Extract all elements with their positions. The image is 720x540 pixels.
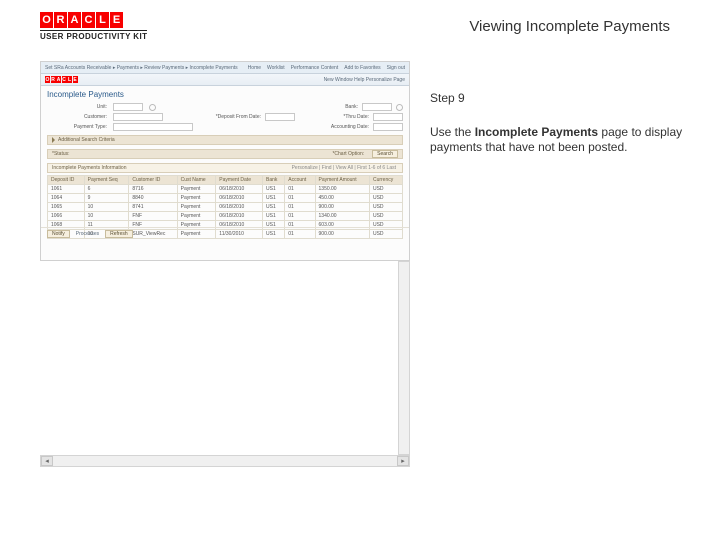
top-nav-links: Home Worklist Performance Content Add to… bbox=[248, 65, 405, 71]
screenshot-sub-bar: ORACLE New Window Help Personalize Page bbox=[41, 74, 409, 86]
customer-input[interactable] bbox=[113, 113, 163, 121]
additional-search-criteria-label: Additional Search Criteria bbox=[58, 137, 115, 143]
lookup-icon[interactable] bbox=[396, 104, 403, 111]
search-button[interactable]: Search bbox=[372, 150, 398, 158]
screenshot-panel: Set SRa Accounts Receivable ▸ Payments ▸… bbox=[40, 61, 410, 467]
table-row[interactable]: 106498840Payment06/18/2010US101450.00USD bbox=[48, 194, 403, 203]
payment-type-select[interactable] bbox=[113, 123, 193, 131]
table-heading: Incomplete Payments Information bbox=[52, 165, 126, 171]
nav-signout[interactable]: Sign out bbox=[387, 65, 405, 71]
status-label: *Status: bbox=[52, 151, 70, 157]
deposit-from-input[interactable] bbox=[265, 113, 295, 121]
customer-label: Customer: bbox=[47, 114, 107, 120]
scroll-right-icon[interactable]: ▸ bbox=[397, 456, 409, 466]
unit-label: Unit: bbox=[47, 104, 107, 110]
refresh-button[interactable]: Refresh bbox=[105, 230, 133, 238]
nav-home[interactable]: Home bbox=[248, 65, 261, 71]
table-row[interactable]: 106610FNFPayment06/18/2010US1011340.00US… bbox=[48, 212, 403, 221]
oracle-upk-logo: O R A C L E USER PRODUCTIVITY KIT bbox=[40, 12, 147, 41]
instruction-panel: Step 9 Use the Incomplete Payments page … bbox=[430, 61, 700, 467]
additional-search-criteria-bar[interactable]: Additional Search Criteria bbox=[47, 135, 403, 145]
bank-label: Bank: bbox=[288, 104, 358, 110]
status-chart-bar: *Status: *Chart Option: Search bbox=[47, 149, 403, 159]
accounting-date-label: Accounting Date: bbox=[299, 124, 369, 130]
oracle-mini-logo: ORACLE bbox=[45, 76, 78, 83]
notify-button[interactable]: Notify bbox=[47, 230, 70, 238]
table-pagination: Personalize | Find | View All | First 1-… bbox=[290, 164, 398, 172]
breadcrumb: Set SRa Accounts Receivable ▸ Payments ▸… bbox=[45, 65, 238, 71]
nav-worklist[interactable]: Worklist bbox=[267, 65, 285, 71]
pager-links: New Window Help Personalize Page bbox=[324, 77, 405, 83]
accounting-date-input[interactable] bbox=[373, 123, 403, 131]
page-title: Viewing Incomplete Payments bbox=[469, 18, 670, 35]
chart-option-label: *Chart Option: bbox=[332, 151, 364, 157]
thru-input[interactable] bbox=[373, 113, 403, 121]
payment-type-label: Payment Type: bbox=[47, 124, 107, 130]
nav-perf[interactable]: Performance Content bbox=[291, 65, 339, 71]
table-heading-bar: Incomplete Payments Information Personal… bbox=[47, 163, 403, 173]
screenshot-page-heading: Incomplete Payments bbox=[47, 90, 403, 99]
lookup-icon[interactable] bbox=[149, 104, 156, 111]
chevron-right-icon bbox=[52, 137, 55, 143]
processes-link[interactable]: Processes bbox=[76, 231, 99, 237]
nav-fav[interactable]: Add to Favorites bbox=[344, 65, 380, 71]
deposit-from-label: *Deposit From Date: bbox=[191, 114, 261, 120]
instruction-text: Use the Incomplete Payments page to disp… bbox=[430, 125, 700, 156]
app-screenshot: Set SRa Accounts Receivable ▸ Payments ▸… bbox=[40, 61, 410, 261]
upk-subtitle: USER PRODUCTIVITY KIT bbox=[40, 30, 147, 41]
oracle-wordmark: O R A C L E bbox=[40, 12, 147, 28]
bank-input[interactable] bbox=[362, 103, 392, 111]
thru-label: *Thru Date: bbox=[299, 114, 369, 120]
table-row[interactable]: 1065108741Payment06/18/2010US101900.00US… bbox=[48, 203, 403, 212]
scroll-track[interactable] bbox=[53, 456, 397, 466]
screenshot-breadcrumb-bar: Set SRa Accounts Receivable ▸ Payments ▸… bbox=[41, 62, 409, 74]
screenshot-footer: Notify Processes Refresh bbox=[41, 227, 409, 240]
vertical-scrollbar[interactable] bbox=[398, 261, 410, 455]
table-header-row: Deposit ID Payment Seq Customer ID Cust … bbox=[48, 176, 403, 185]
table-row[interactable]: 106168716Payment06/18/2010US1011350.00US… bbox=[48, 185, 403, 194]
scroll-left-icon[interactable]: ◂ bbox=[41, 456, 53, 466]
unit-input[interactable] bbox=[113, 103, 143, 111]
step-label: Step 9 bbox=[430, 91, 700, 107]
horizontal-scrollbar[interactable]: ◂ ▸ bbox=[40, 455, 410, 467]
